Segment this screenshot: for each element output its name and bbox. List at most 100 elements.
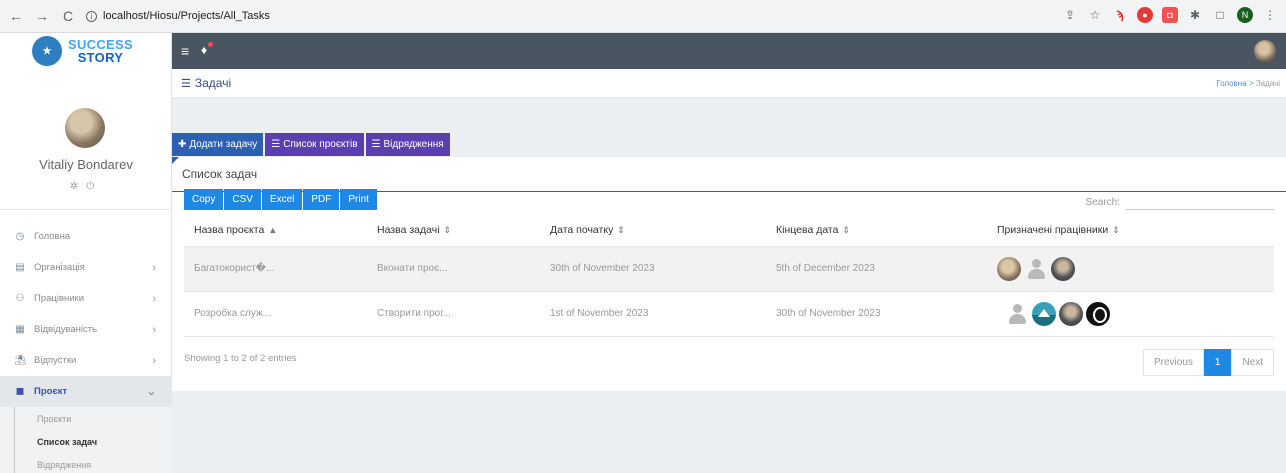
breadcrumb-home[interactable]: Головна (1216, 79, 1246, 88)
page-button[interactable]: 1 (1203, 349, 1232, 376)
sidebar-menu: ◷ Головна ▤ Організація › ⚇ Працівники ›… (0, 221, 172, 473)
list-icon: ☰ (271, 139, 281, 150)
reload-icon[interactable]: C (60, 8, 76, 24)
tasks-table: Назва проєкта ▲ Назва задачі ⇕ Дата початк… (184, 215, 1274, 337)
breadcrumb-separator: > (1248, 79, 1254, 88)
column-header-assignees[interactable]: Призначені працівники ⇕ (987, 215, 1274, 247)
projects-list-label: Список проєктів (283, 139, 358, 150)
divider (0, 209, 172, 210)
profile-avatar-icon[interactable]: N (1237, 7, 1253, 23)
excel-button[interactable]: Excel (261, 189, 303, 210)
column-header-label: Назва задачі (377, 224, 440, 237)
puzzle-icon[interactable]: ✱ (1187, 7, 1203, 23)
column-header-task[interactable]: Назва задачі ⇕ (367, 215, 540, 247)
pagination: Previous 1 Next (1142, 349, 1274, 376)
projects-list-button[interactable]: ☰ Список проєктів (265, 133, 364, 156)
sidebar-item-project[interactable]: ◼ Проєкт ⌄ (0, 376, 172, 407)
page-title: Задачі (194, 76, 232, 90)
search-label: Search: (1085, 196, 1120, 208)
csv-button[interactable]: CSV (224, 189, 261, 210)
power-icon[interactable]: ⏻ (86, 181, 102, 192)
table-info: Showing 1 to 2 of 2 entries (184, 353, 297, 364)
kebab-menu-icon[interactable]: ⋮ (1262, 7, 1278, 23)
notification-icon[interactable]: ♦ (201, 43, 207, 57)
avatar[interactable] (1051, 256, 1075, 281)
sidebar-item-label: Проєкт (34, 386, 68, 397)
sidebar-item-organization[interactable]: ▤ Організація › (0, 252, 172, 283)
sort-icon: ⇕ (1112, 225, 1120, 236)
gear-icon[interactable]: ✲ (70, 181, 86, 192)
share-icon[interactable]: ⇪ (1062, 7, 1078, 23)
chevron-down-icon: ⌄ (146, 386, 156, 398)
breadcrumb-current: Задачі (1255, 79, 1280, 88)
sort-icon: ⇕ (617, 225, 625, 236)
previous-page-button[interactable]: Previous (1142, 349, 1204, 376)
table-header-row: Назва проєкта ▲ Назва задачі ⇕ Дата початк… (184, 215, 1274, 247)
user-tools: ✲⏻ (0, 181, 172, 192)
notification-dot (208, 42, 213, 47)
trips-button[interactable]: ☰ Відрядження (365, 133, 450, 156)
column-header-end-date[interactable]: Кінцева дата ⇕ (766, 215, 987, 247)
action-bar: ✚ Додати задачу ☰ Список проєктів ☰ Відр… (172, 133, 450, 156)
chevron-right-icon: › (152, 354, 156, 367)
extension-icon[interactable]: ● (1137, 7, 1153, 23)
beach-icon: ⛱ (14, 354, 27, 366)
sidepanel-icon[interactable]: □ (1212, 7, 1228, 23)
avatar[interactable] (997, 256, 1021, 281)
sidebar-subitem-trips[interactable]: Відрядження (14, 453, 172, 473)
cell-project: Розробка служ... (184, 291, 367, 337)
avatar[interactable] (1024, 257, 1048, 281)
chevron-right-icon: › (152, 292, 156, 305)
logo[interactable]: ★ SUCCESS STORY (0, 33, 171, 69)
avatar[interactable] (1005, 302, 1029, 326)
sidebar-item-attendance[interactable]: ▦ Відвідуваність › (0, 314, 172, 345)
pdf-button[interactable]: PDF (303, 189, 340, 210)
back-icon[interactable]: ← (8, 8, 24, 24)
sort-asc-icon: ▲ (268, 225, 278, 236)
plus-icon: ✚ (178, 139, 187, 150)
sidebar-item-employees[interactable]: ⚇ Працівники › (0, 283, 172, 314)
add-task-button[interactable]: ✚ Додати задачу (172, 133, 264, 156)
trips-label: Відрядження (383, 139, 444, 150)
cell-assignees (987, 246, 1274, 292)
sidebar-item-label: Організація (34, 262, 85, 273)
building-icon: ▤ (15, 261, 25, 273)
chevron-right-icon: › (152, 323, 156, 336)
avatar (65, 108, 105, 148)
column-header-start-date[interactable]: Дата початку ⇕ (540, 215, 766, 247)
extension-icon[interactable]: ◘ (1162, 7, 1178, 23)
sidebar-item-label: Відпустки (34, 355, 77, 366)
cell-end-date: 30th of November 2023 (766, 291, 987, 337)
cell-project: Багатокорист�... (184, 246, 367, 292)
avatar[interactable] (1086, 301, 1110, 326)
sidebar-item-home[interactable]: ◷ Головна (0, 221, 172, 252)
export-buttons: Copy CSV Excel PDF Print (184, 189, 377, 210)
sidebar-subitem-projects[interactable]: Проєкти (14, 407, 172, 430)
forward-icon[interactable]: → (34, 8, 50, 24)
column-header-project[interactable]: Назва проєкта ▲ (184, 215, 367, 247)
sort-icon: ⇕ (443, 225, 452, 236)
cell-start-date: 1st of November 2023 (540, 291, 766, 337)
cell-task: Створити прог... (367, 291, 540, 337)
cell-start-date: 30th of November 2023 (540, 246, 766, 292)
address-bar[interactable]: i localhost/Hiosu/Projects/All_Tasks (86, 10, 270, 22)
search-input[interactable] (1126, 194, 1274, 210)
info-icon[interactable]: i (86, 10, 97, 22)
sidebar-item-vacations[interactable]: ⛱ Відпустки › (0, 345, 172, 376)
logo-text: STORY (77, 50, 124, 65)
table-row[interactable]: Багатокорист�... Вконати проє... 30th of… (184, 246, 1274, 292)
column-header-label: Назва проєкта (194, 224, 265, 237)
extension-icon[interactable]: ϡ (1112, 7, 1128, 23)
avatar[interactable] (1254, 40, 1276, 62)
menu-toggle-icon[interactable]: ≡ (181, 43, 189, 59)
list-icon: ☰ (181, 77, 191, 90)
avatar[interactable] (1032, 301, 1056, 326)
table-container: Copy CSV Excel PDF Print Search: Назва п… (172, 157, 1286, 391)
copy-button[interactable]: Copy (184, 189, 224, 210)
table-row[interactable]: Розробка служ... Створити прог... 1st of… (184, 291, 1274, 337)
sidebar-subitem-task-list[interactable]: Список задач (14, 430, 172, 453)
avatar[interactable] (1059, 301, 1083, 326)
star-icon[interactable]: ☆ (1087, 7, 1103, 23)
next-page-button[interactable]: Next (1231, 349, 1274, 376)
print-button[interactable]: Print (340, 189, 377, 210)
